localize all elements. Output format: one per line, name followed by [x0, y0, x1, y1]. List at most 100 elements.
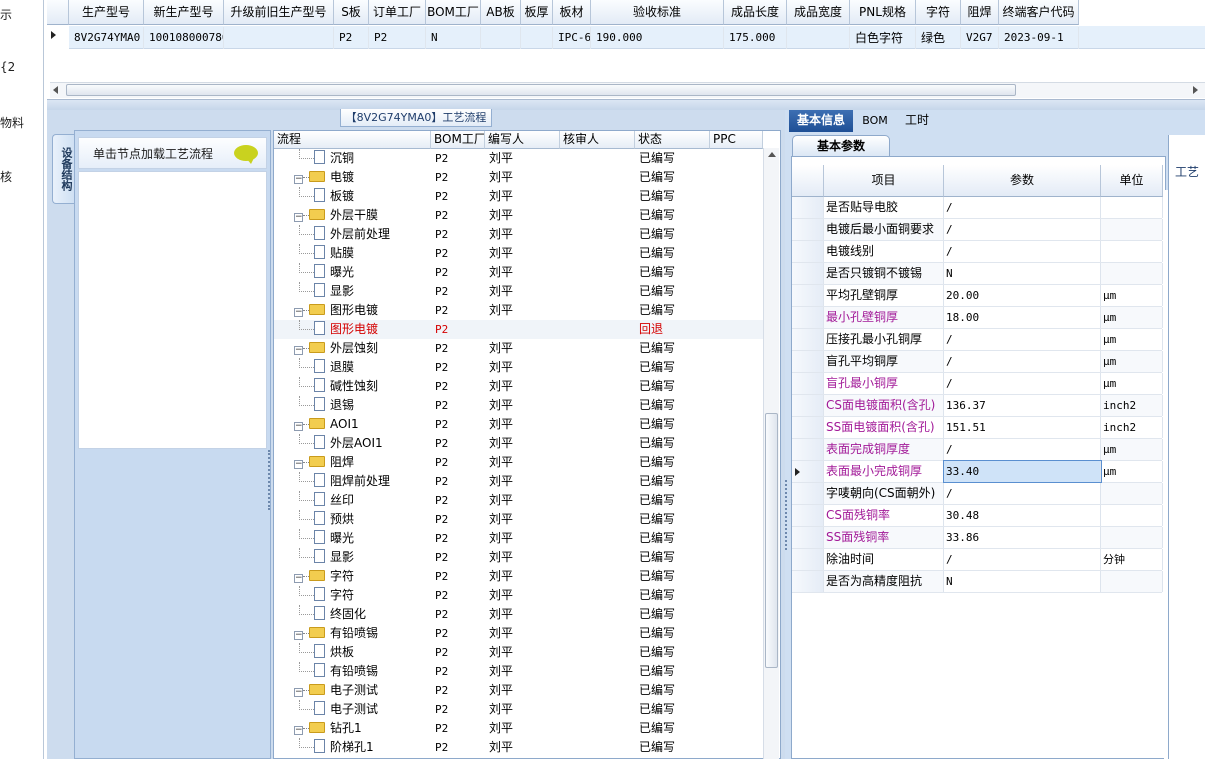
- collapse-icon[interactable]: −: [294, 688, 303, 697]
- order-grid-cell[interactable]: 白色字符: [852, 27, 916, 49]
- nav-item[interactable]: 核: [0, 168, 44, 185]
- tree-node[interactable]: 字符: [274, 586, 431, 605]
- tree-column-header[interactable]: 流程: [274, 131, 431, 149]
- column-header[interactable]: PNL规格: [850, 0, 916, 25]
- order-grid-cell[interactable]: 8V2G74YMA0: [71, 27, 144, 49]
- tree-node[interactable]: 外层前处理: [274, 225, 431, 244]
- row-header[interactable]: [792, 417, 824, 438]
- tree-node[interactable]: 退膜: [274, 358, 431, 377]
- column-header[interactable]: 新生产型号: [144, 0, 224, 25]
- collapse-icon[interactable]: −: [294, 308, 303, 317]
- params-row[interactable]: 电镀后最小面铜要求 /: [792, 219, 1163, 241]
- process-tree-row[interactable]: 碱性蚀刻 P2 刘平 已编写: [274, 377, 763, 396]
- process-tree-row[interactable]: − 有铅喷锡 P2 刘平 已编写: [274, 624, 763, 643]
- tree-node[interactable]: 预烘: [274, 510, 431, 529]
- row-header[interactable]: [792, 439, 824, 460]
- process-tree-row[interactable]: − 字符 P2 刘平 已编写: [274, 567, 763, 586]
- node-list[interactable]: [78, 171, 267, 449]
- collapse-icon[interactable]: −: [294, 460, 303, 469]
- params-row[interactable]: 电镀线别 /: [792, 241, 1163, 263]
- nav-item[interactable]: 物料: [0, 114, 44, 131]
- tree-node[interactable]: 贴膜: [274, 244, 431, 263]
- tree-node[interactable]: 图形电镀: [274, 320, 431, 339]
- tree-node[interactable]: 终固化: [274, 605, 431, 624]
- process-tree-row[interactable]: − 外层干膜 P2 刘平 已编写: [274, 206, 763, 225]
- params-row[interactable]: SS面电镀面积(含孔) 151.51 inch2: [792, 417, 1163, 439]
- tab-basic-info[interactable]: 基本信息: [789, 110, 853, 132]
- params-column-header[interactable]: 项目: [824, 165, 944, 197]
- process-tree-row[interactable]: 阶梯孔1 P2 刘平 已编写: [274, 738, 763, 757]
- row-header[interactable]: [792, 197, 824, 218]
- tree-node[interactable]: 阶梯孔1: [274, 738, 431, 757]
- order-grid-cell[interactable]: [226, 27, 334, 49]
- params-cell-value[interactable]: /: [944, 549, 1101, 570]
- order-grid-cell[interactable]: 190.000: [593, 27, 724, 49]
- row-header[interactable]: [792, 329, 824, 350]
- params-cell-value[interactable]: /: [944, 329, 1101, 350]
- scroll-thumb[interactable]: [765, 413, 778, 668]
- collapse-icon[interactable]: −: [294, 574, 303, 583]
- column-header[interactable]: S板: [334, 0, 369, 25]
- order-grid-cell[interactable]: 175.000: [726, 27, 787, 49]
- column-header[interactable]: 板材: [553, 0, 591, 25]
- params-cell-value[interactable]: /: [944, 197, 1101, 218]
- collapse-icon[interactable]: −: [294, 213, 303, 222]
- process-tree-row[interactable]: − 图形电镀 P2 刘平 已编写: [274, 301, 763, 320]
- process-tree-row[interactable]: 终固化 P2 刘平 已编写: [274, 605, 763, 624]
- order-grid-cell[interactable]: 10010800078012: [146, 27, 224, 49]
- row-header[interactable]: [792, 285, 824, 306]
- params-row[interactable]: 是否贴导电胶 /: [792, 197, 1163, 219]
- column-header[interactable]: BOM工厂: [426, 0, 481, 25]
- order-grid-cell[interactable]: 2023-09-1: [1001, 27, 1079, 49]
- params-cell-value[interactable]: N: [944, 571, 1101, 592]
- tree-node[interactable]: 显影: [274, 548, 431, 567]
- order-grid-cell[interactable]: V2G7: [963, 27, 999, 49]
- tree-node[interactable]: 丝印: [274, 491, 431, 510]
- scroll-left-icon[interactable]: [53, 86, 58, 94]
- row-header[interactable]: [792, 461, 824, 482]
- column-header[interactable]: 成品长度: [724, 0, 787, 25]
- params-cell-value[interactable]: 151.51: [944, 417, 1101, 438]
- tree-node[interactable]: − 有铅喷锡: [274, 624, 431, 643]
- params-row[interactable]: 表面最小完成铜厚 33.40 μm: [792, 460, 1163, 483]
- tree-column-header[interactable]: 状态: [635, 131, 710, 149]
- order-grid-cell[interactable]: N: [428, 27, 481, 49]
- tree-node[interactable]: 显影: [274, 282, 431, 301]
- collapse-icon[interactable]: −: [294, 631, 303, 640]
- process-tree-row[interactable]: 曝光 P2 刘平 已编写: [274, 263, 763, 282]
- tree-node[interactable]: 阻焊前处理: [274, 472, 431, 491]
- process-tree-row[interactable]: 显影 P2 刘平 已编写: [274, 548, 763, 567]
- tree-column-header[interactable]: 核审人: [560, 131, 635, 149]
- process-tree-row[interactable]: 烘板 P2 刘平 已编写: [274, 643, 763, 662]
- tree-node[interactable]: − 图形电镀: [274, 301, 431, 320]
- order-grid-hscrollbar[interactable]: [50, 82, 1205, 98]
- row-header[interactable]: [792, 571, 824, 592]
- collapse-icon[interactable]: −: [294, 346, 303, 355]
- nav-item[interactable]: {2: [0, 60, 44, 74]
- params-row[interactable]: CS面残铜率 30.48: [792, 505, 1163, 527]
- params-column-header[interactable]: 参数: [944, 165, 1101, 197]
- column-header[interactable]: 生产型号: [69, 0, 144, 25]
- params-row[interactable]: 平均孔壁铜厚 20.00 μm: [792, 285, 1163, 307]
- params-row[interactable]: SS面残铜率 33.86: [792, 527, 1163, 549]
- row-header[interactable]: [792, 549, 824, 570]
- nav-item[interactable]: 示: [0, 6, 44, 23]
- params-cell-value[interactable]: /: [944, 219, 1101, 240]
- process-tree-row[interactable]: 丝印 P2 刘平 已编写: [274, 491, 763, 510]
- params-row[interactable]: 字唛朝向(CS面朝外) /: [792, 483, 1163, 505]
- tree-node[interactable]: 烘板: [274, 643, 431, 662]
- row-header[interactable]: [792, 263, 824, 284]
- row-header[interactable]: [792, 307, 824, 328]
- order-grid-cell[interactable]: P2: [336, 27, 369, 49]
- tab-process-side[interactable]: 工艺: [1175, 163, 1199, 180]
- params-row[interactable]: 最小孔壁铜厚 18.00 μm: [792, 307, 1163, 329]
- tree-node[interactable]: − 钻孔1: [274, 719, 431, 738]
- tree-node[interactable]: 退锡: [274, 396, 431, 415]
- column-header[interactable]: 升级前旧生产型号: [224, 0, 334, 25]
- tree-node[interactable]: 有铅喷锡: [274, 662, 431, 681]
- params-row[interactable]: CS面电镀面积(含孔) 136.37 inch2: [792, 395, 1163, 417]
- collapse-icon[interactable]: −: [294, 175, 303, 184]
- tree-node[interactable]: − 电镀: [274, 168, 431, 187]
- tree-node[interactable]: 曝光: [274, 529, 431, 548]
- splitter-grip[interactable]: [268, 450, 272, 510]
